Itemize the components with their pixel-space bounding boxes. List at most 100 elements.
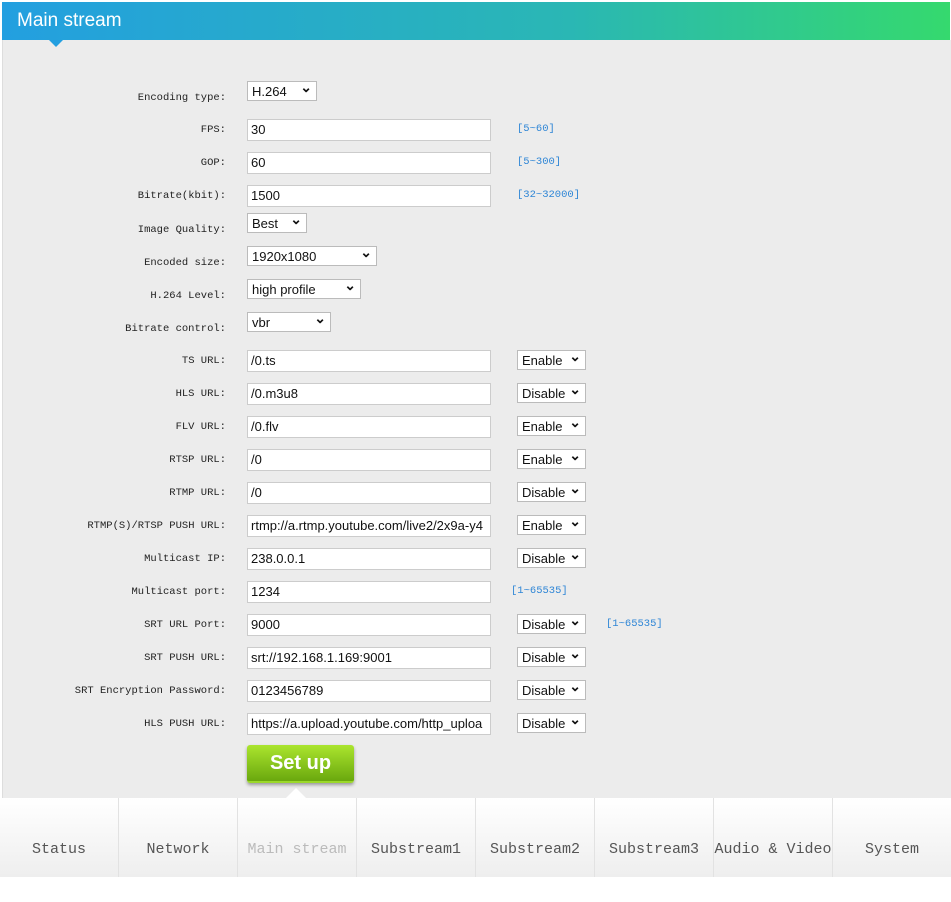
select-value: Disable [522,650,566,665]
field-row: FPS: 30 [5~60] [2,119,950,141]
range-hint: [5~60] [517,123,555,135]
nav-tab-audio-video[interactable]: Audio & Video [714,798,833,877]
enable-select[interactable]: Disable [517,544,586,568]
field-label: HLS URL: [175,388,226,400]
field-row: H.264 Level: high profile [2,275,950,302]
field-label: Encoding type: [137,92,226,104]
field-row: FLV URL: /0.flv Enable [2,412,950,438]
field-input[interactable]: 30 [247,119,491,141]
field-input[interactable]: /0.ts [247,350,491,372]
select-value: vbr [252,315,271,330]
range-hint: [1~65535] [511,585,568,597]
enable-select[interactable]: Disable [517,643,586,667]
field-label: SRT URL Port: [144,619,226,631]
field-row: RTMP URL: /0 Disable [2,478,950,504]
select-value: Disable [522,683,566,698]
field-input[interactable]: /0 [247,449,491,471]
field-row: Encoded size: 1920x1080 [2,242,950,269]
field-label: RTMP(S)/RTSP PUSH URL: [87,520,226,532]
select-value: Best [252,216,279,231]
field-label: RTSP URL: [169,454,226,466]
nav-tab-network[interactable]: Network [119,798,238,877]
field-label: TS URL: [181,355,226,367]
field-label: Bitrate(kbit): [137,190,226,202]
field-input[interactable]: 1500 [247,185,491,207]
field-row: RTSP URL: /0 Enable [2,445,950,471]
select-value: Enable [522,452,563,467]
field-row: Bitrate control: vbr [2,308,950,335]
select-value: Disable [522,617,566,632]
field-row: SRT PUSH URL: srt://192.168.1.169:9001 Dis… [2,643,950,669]
field-label: Multicast IP: [144,553,226,565]
field-input[interactable]: /0 [247,482,491,504]
enable-select[interactable]: Enable [517,412,586,436]
enable-select[interactable]: Disable [517,709,586,733]
field-label: Bitrate control: [125,323,226,335]
field-label: HLS PUSH URL: [144,718,226,730]
select-value: Enable [522,419,563,434]
header-bar: Main stream [2,2,950,40]
field-select[interactable]: vbr [247,308,331,332]
field-row: TS URL: /0.ts Enable [2,346,950,372]
field-row: Image Quality: Best [2,209,950,236]
range-hint: [32~32000] [517,189,581,201]
enable-select[interactable]: Enable [517,346,586,370]
nav-tab-substream1[interactable]: Substream1 [357,798,476,877]
header-pointer [49,40,63,47]
select-value: Enable [522,518,563,533]
field-label: GOP: [200,157,226,169]
field-input[interactable]: 1234 [247,581,491,603]
setup-button[interactable]: Set up [247,745,354,783]
nav-tab-status[interactable]: Status [0,798,119,877]
select-value: 1920x1080 [252,249,317,264]
field-label: Multicast port: [131,586,226,598]
field-label: Image Quality: [137,224,226,236]
enable-select[interactable]: Enable [517,445,586,469]
nav-tab-substream3[interactable]: Substream3 [595,798,714,877]
field-row: SRT Encryption Password: 0123456789 Disabl… [2,676,950,702]
field-input[interactable]: 238.0.0.1 [247,548,491,570]
nav-tab-substream2[interactable]: Substream2 [476,798,595,877]
field-input[interactable]: 0123456789 [247,680,491,702]
field-label: RTMP URL: [169,487,226,499]
field-input[interactable]: 9000 [247,614,491,636]
select-value: Enable [522,353,563,368]
field-input[interactable]: 60 [247,152,491,174]
field-row: Multicast port: 1234 [1~65535] [2,581,950,603]
select-value: H.264 [252,84,287,99]
page-title: Main stream [17,10,122,31]
field-label: FLV URL: [175,421,226,433]
field-input[interactable]: /0.m3u8 [247,383,491,405]
field-row: SRT URL Port: 9000 Disable [1~65535] [2,610,950,636]
range-hint: [5~300] [517,156,562,168]
enable-select[interactable]: Disable [517,379,586,403]
field-label: SRT Encryption Password: [74,685,226,697]
enable-select[interactable]: Enable [517,511,586,535]
enable-select[interactable]: Disable [517,610,586,634]
field-row: Multicast IP: 238.0.0.1 Disable [2,544,950,570]
field-row: Encoding type: H.264 [2,77,950,104]
field-row: Bitrate(kbit): 1500 [32~32000] [2,185,950,207]
range-hint: [1~65535] [606,618,663,630]
enable-select[interactable]: Disable [517,676,586,700]
field-select[interactable]: H.264 [247,77,317,101]
field-label: FPS: [200,124,226,136]
field-label: SRT PUSH URL: [144,652,226,664]
field-select[interactable]: high profile [247,275,361,299]
nav-tab-system[interactable]: System [833,798,951,877]
select-value: Disable [522,485,566,500]
select-value: high profile [252,282,316,297]
field-select[interactable]: Best [247,209,307,233]
select-value: Disable [522,716,566,731]
field-input[interactable]: /0.flv [247,416,491,438]
field-label: Encoded size: [144,257,226,269]
enable-select[interactable]: Disable [517,478,586,502]
field-row: GOP: 60 [5~300] [2,152,950,174]
field-select[interactable]: 1920x1080 [247,242,377,266]
field-input[interactable]: srt://192.168.1.169:9001 [247,647,491,669]
nav-tab-main-stream[interactable]: Main stream [238,798,357,877]
field-input[interactable]: rtmp://a.rtmp.youtube.com/live2/2x9a-y4 [247,515,491,537]
field-row: HLS URL: /0.m3u8 Disable [2,379,950,405]
field-input[interactable]: https://a.upload.youtube.com/http_uploa [247,713,491,735]
select-value: Disable [522,386,566,401]
